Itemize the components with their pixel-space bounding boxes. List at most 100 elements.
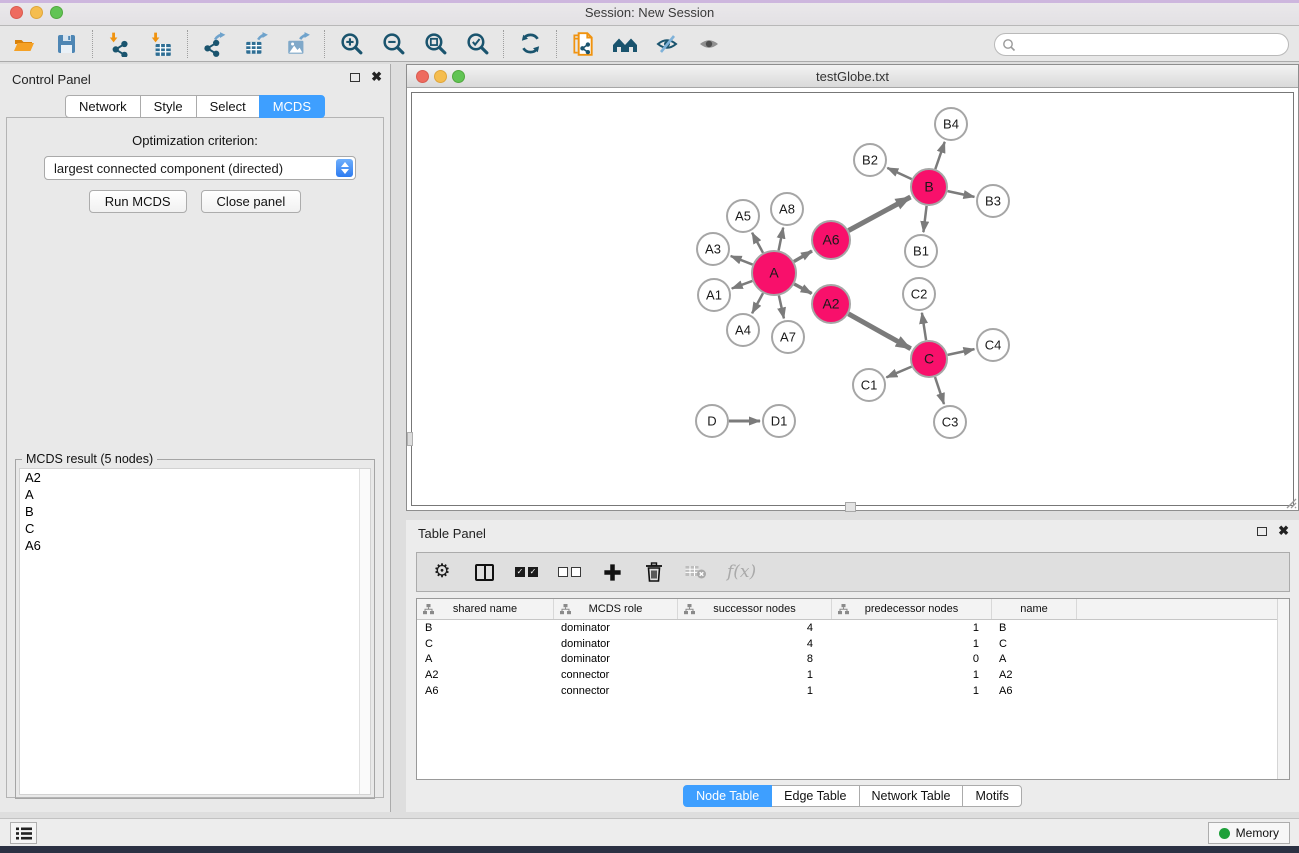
refresh-layout-button[interactable] [514,29,546,59]
open-file-button[interactable] [8,29,40,59]
import-table-button[interactable] [145,29,177,59]
graph-edge-A6-B[interactable] [849,197,911,231]
graph-edge-A-A5[interactable] [752,233,763,253]
graph-node-C3[interactable]: C3 [934,406,966,438]
graph-edge-B-B4[interactable] [935,142,944,169]
graph-edge-A-A7[interactable] [779,296,784,319]
graph-edge-A-A4[interactable] [752,293,763,313]
close-panel-button[interactable]: Close panel [201,190,302,213]
window-edge-handle[interactable] [845,502,856,512]
mcds-result-item[interactable]: A [20,486,370,503]
graph-edge-A2-C[interactable] [848,314,910,349]
column-header-name[interactable]: name [991,599,1076,619]
mcds-result-item[interactable]: A2 [20,469,370,486]
memory-button[interactable]: Memory [1208,822,1290,844]
graph-node-C4[interactable]: C4 [977,329,1009,361]
graph-node-B[interactable]: B [911,169,947,205]
graph-node-A5[interactable]: A5 [727,200,759,232]
graph-node-A2[interactable]: A2 [812,285,850,323]
graph-edge-B-B2[interactable] [887,168,911,179]
graph-edge-A-A6[interactable] [794,251,812,262]
export-network-button[interactable] [198,29,230,59]
import-network-button[interactable] [103,29,135,59]
graph-edge-B-B3[interactable] [948,191,975,197]
graph-node-B2[interactable]: B2 [854,144,886,176]
graph-edge-A-A1[interactable] [732,281,753,289]
network-graph[interactable]: B4B2BB3A8A5A6A3B1AA1C2A2A4A7C4CC1C3DD1 [412,93,1295,507]
graph-node-A7[interactable]: A7 [772,321,804,353]
tab-mcds[interactable]: MCDS [259,95,325,118]
graph-node-A4[interactable]: A4 [727,314,759,346]
graph-edge-A-A2[interactable] [794,284,812,294]
unselect-all-button[interactable] [558,560,581,584]
show-column-button[interactable] [473,560,495,584]
resize-grip-icon[interactable] [1283,495,1297,509]
tab-select[interactable]: Select [196,95,260,118]
delete-column-button[interactable] [643,560,665,584]
mcds-result-item[interactable]: C [20,520,370,537]
show-tasks-button[interactable] [10,822,37,844]
tab-node-table[interactable]: Node Table [683,785,772,807]
tab-network-table[interactable]: Network Table [859,785,964,807]
graph-node-B4[interactable]: B4 [935,108,967,140]
mcds-result-list[interactable]: A2ABCA6 [19,468,371,795]
search-input[interactable] [1016,38,1288,52]
graph-node-A[interactable]: A [752,251,796,295]
graph-node-D[interactable]: D [696,405,728,437]
mcds-result-item[interactable]: A6 [20,537,370,554]
graph-edge-C-C4[interactable] [948,349,975,355]
graph-node-B1[interactable]: B1 [905,235,937,267]
graph-node-D1[interactable]: D1 [763,405,795,437]
network-window-titlebar[interactable]: testGlobe.txt [407,65,1298,88]
control-panel-close-icon[interactable]: ✖ [371,72,382,82]
save-session-button[interactable] [50,29,82,59]
mcds-result-item[interactable]: B [20,503,370,520]
table-row[interactable]: Bdominator41B [417,620,1289,636]
window-edge-handle[interactable] [407,432,413,446]
zoom-in-button[interactable] [335,29,367,59]
graph-node-B3[interactable]: B3 [977,185,1009,217]
home-pair-button[interactable] [609,29,641,59]
eye-shown-button[interactable] [693,29,725,59]
graph-edge-C-C1[interactable] [886,367,911,378]
column-header-successor-nodes[interactable]: successor nodes [677,599,831,619]
graph-edge-C-C3[interactable] [935,377,944,404]
graph-edge-C-C2[interactable] [922,313,926,340]
graph-node-C2[interactable]: C2 [903,278,935,310]
tab-network[interactable]: Network [65,95,141,118]
create-column-button[interactable] [601,560,623,584]
column-header-shared-name[interactable]: shared name [417,599,553,619]
zoom-fit-button[interactable] [419,29,451,59]
optimization-criterion-select[interactable]: largest connected component (directed) [44,156,356,180]
graph-node-A3[interactable]: A3 [697,233,729,265]
delete-table-button[interactable] [685,560,707,584]
control-panel-float-icon[interactable] [350,73,360,82]
graph-edge-A-A3[interactable] [731,256,753,265]
graph-edge-B-B1[interactable] [923,206,926,232]
tab-motifs[interactable]: Motifs [962,785,1021,807]
network-from-document-button[interactable] [567,29,599,59]
table-row[interactable]: Adominator80A [417,651,1289,667]
network-canvas[interactable]: B4B2BB3A8A5A6A3B1AA1C2A2A4A7C4CC1C3DD1 [411,92,1294,506]
table-mode-gear-button[interactable]: ⚙ [431,560,453,584]
search-field[interactable] [994,33,1289,56]
function-builder-button[interactable]: f(x) [727,560,756,584]
graph-node-A1[interactable]: A1 [698,279,730,311]
eye-hidden-button[interactable] [651,29,683,59]
zoom-out-button[interactable] [377,29,409,59]
select-all-button[interactable]: ✓ ✓ [515,560,538,584]
graph-edge-A-A8[interactable] [779,228,784,251]
table-scrollbar[interactable] [1277,599,1289,779]
table-panel-close-icon[interactable]: ✖ [1278,526,1289,536]
table-row[interactable]: A2connector11A2 [417,667,1289,683]
graph-node-A8[interactable]: A8 [771,193,803,225]
graph-node-C1[interactable]: C1 [853,369,885,401]
table-row[interactable]: A6connector11A6 [417,683,1289,699]
main-window-titlebar[interactable]: Session: New Session [0,0,1299,26]
table-row[interactable]: Cdominator41C [417,636,1289,652]
tab-style[interactable]: Style [140,95,197,118]
export-image-button[interactable] [282,29,314,59]
column-header-MCDS-role[interactable]: MCDS role [553,599,677,619]
tab-edge-table[interactable]: Edge Table [771,785,859,807]
graph-node-A6[interactable]: A6 [812,221,850,259]
